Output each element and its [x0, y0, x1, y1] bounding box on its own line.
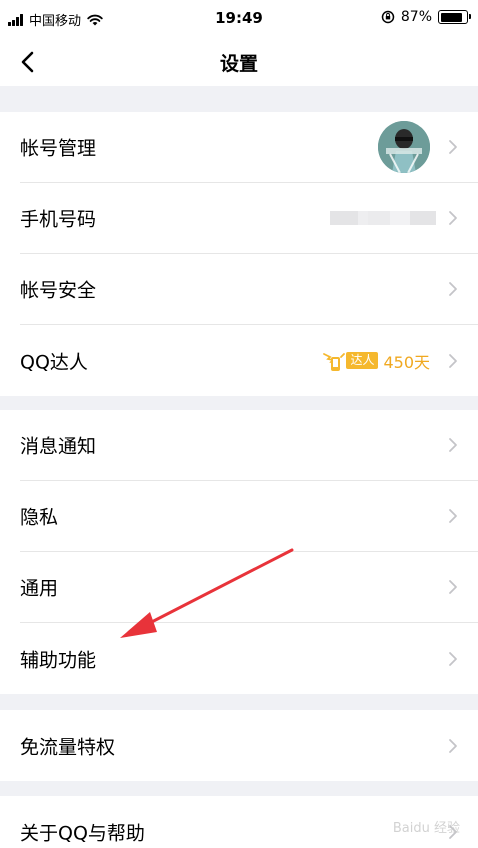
- row-general[interactable]: 通用: [20, 552, 478, 623]
- battery-percent: 87%: [400, 9, 432, 25]
- row-account-security[interactable]: 帐号安全: [20, 254, 478, 325]
- row-label: 帐号管理: [20, 137, 97, 160]
- chevron-right-icon: [449, 438, 457, 452]
- row-label: 辅助功能: [20, 649, 97, 671]
- blurred-phone-value: [330, 211, 436, 225]
- status-bar: 中国移动 19:49 87%: [0, 0, 478, 38]
- chevron-right-icon: [449, 509, 457, 523]
- battery-icon: [438, 10, 471, 24]
- chevron-right-icon: [449, 140, 457, 154]
- chevron-right-icon: [449, 580, 457, 594]
- row-label: 通用: [20, 577, 59, 600]
- row-account-management[interactable]: 帐号管理: [20, 112, 478, 183]
- page-title: 设置: [219, 53, 258, 75]
- settings-group-general: 消息通知 隐私 通用 辅助功能: [0, 410, 478, 694]
- watermark-text: Baidu 经验: [392, 821, 460, 836]
- row-label: 手机号码: [20, 208, 97, 231]
- chevron-right-icon: [449, 211, 457, 225]
- row-qq-talent[interactable]: QQ达人 达人 450天: [20, 325, 478, 396]
- row-label: 免流量特权: [20, 736, 116, 758]
- row-label: 帐号安全: [20, 279, 97, 302]
- status-right: 87%: [381, 9, 471, 25]
- row-notifications[interactable]: 消息通知: [20, 410, 478, 481]
- row-free-data[interactable]: 免流量特权: [20, 710, 478, 781]
- row-accessibility[interactable]: 辅助功能: [20, 623, 478, 694]
- chevron-right-icon: [449, 282, 457, 296]
- avatar: [378, 121, 430, 173]
- row-label: 消息通知: [20, 435, 97, 458]
- watermark: Baidu 经验: [393, 817, 460, 836]
- talent-days: 450天: [383, 352, 430, 372]
- chevron-right-icon: [449, 651, 457, 666]
- row-label: 隐私: [20, 506, 59, 529]
- row-label: 关于QQ与帮助: [20, 822, 145, 844]
- talent-wings-icon: [323, 352, 346, 371]
- chevron-right-icon: [449, 353, 457, 368]
- nav-bar: 设置: [0, 38, 478, 86]
- chevron-right-icon: [449, 738, 457, 753]
- talent-badge-label: 达人: [346, 352, 379, 369]
- row-phone-number[interactable]: 手机号码: [20, 183, 478, 254]
- rotation-lock-icon: [381, 10, 395, 24]
- talent-badge: 达人: [322, 351, 379, 371]
- row-label: QQ达人: [20, 351, 88, 373]
- settings-group-data: 免流量特权: [0, 710, 478, 781]
- talent-indicator: 达人 450天: [322, 349, 430, 373]
- row-privacy[interactable]: 隐私: [20, 481, 478, 552]
- settings-group-account: 帐号管理 手机号码 帐号安全 QQ达人 达人 450天: [0, 112, 478, 396]
